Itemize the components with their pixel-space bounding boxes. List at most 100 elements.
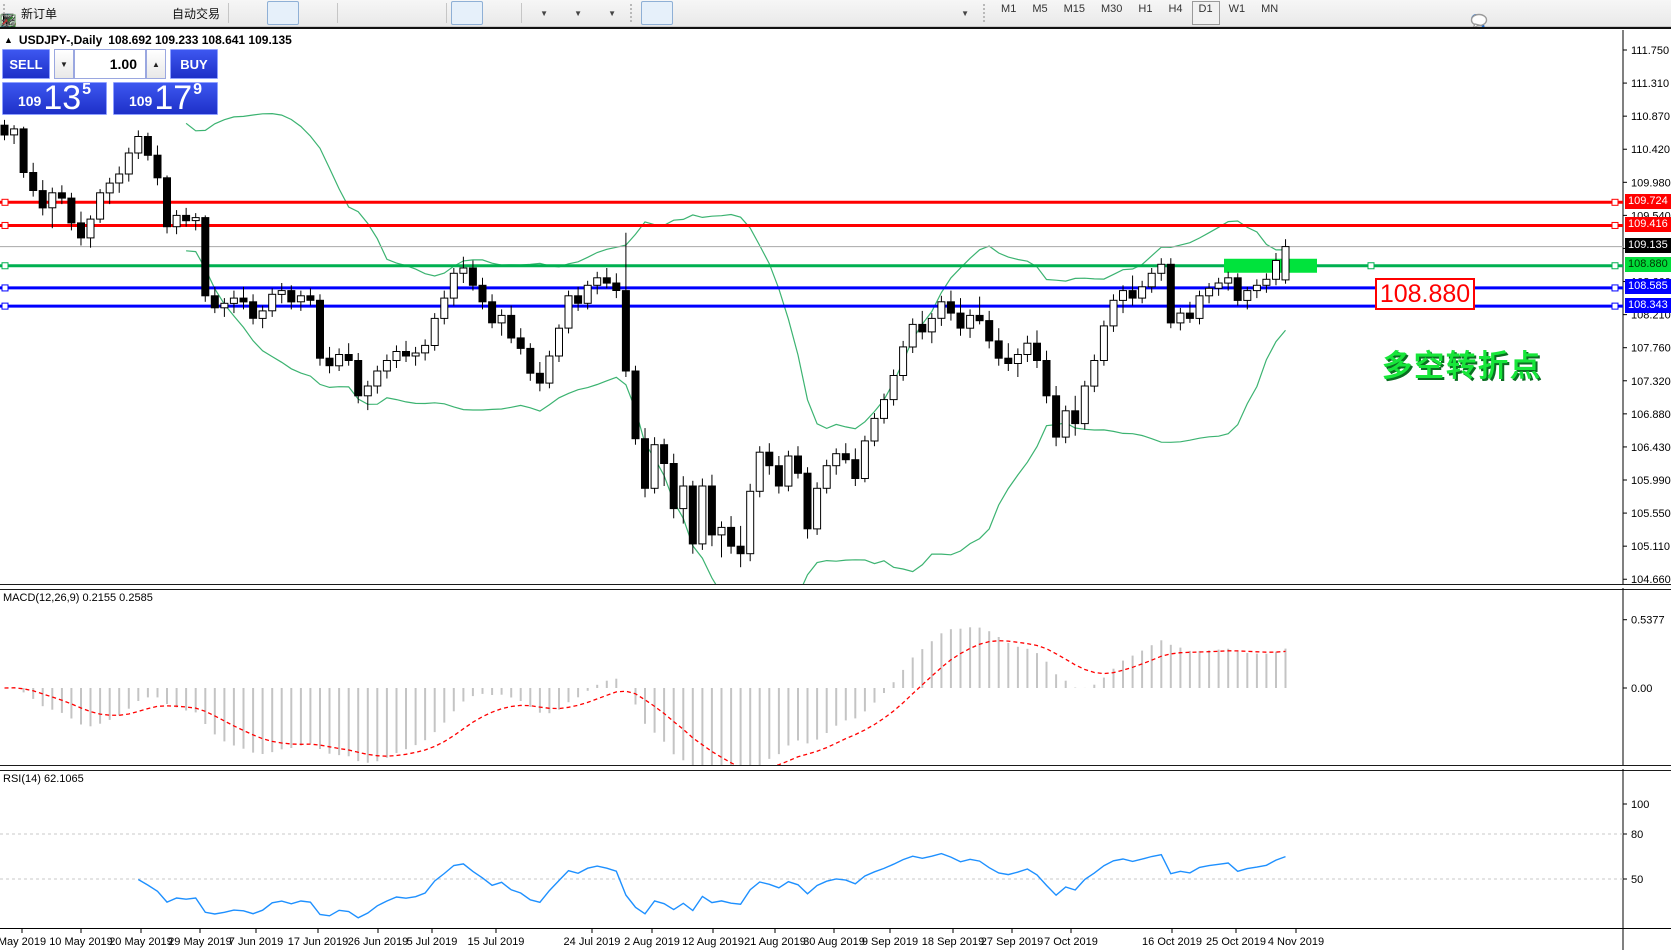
date-tick-label: 25 Oct 2019	[1206, 936, 1266, 948]
macd-panel-canvas[interactable]: 0.53770.00-0.7823	[0, 588, 1671, 765]
date-tick-label: 27 Sep 2019	[981, 936, 1043, 948]
tile-windows-button[interactable]	[410, 1, 442, 25]
chevron-down-icon: ▼	[574, 9, 582, 18]
bollinger-upper-band[interactable]	[186, 114, 1285, 429]
bollinger-lower-band[interactable]	[186, 251, 1285, 585]
date-tick-label: 16 Oct 2019	[1142, 936, 1202, 948]
arrows-button[interactable]: ▼	[947, 1, 979, 25]
price-line-label: 109.416	[1625, 217, 1671, 232]
zoom-in-button[interactable]	[342, 1, 374, 25]
trendline-button[interactable]	[777, 1, 809, 25]
toolbar-separator	[228, 3, 229, 23]
price-tick-label: 111.750	[1631, 45, 1669, 57]
signals-button[interactable]	[131, 1, 163, 25]
price-line-label: 108.585	[1625, 279, 1671, 294]
main-toolbar: 新订单 自动交易 ▼ ▼ ▼ EFAT ▼ M1M5M15M30H1H4D1W1MN	[0, 0, 1671, 27]
toolbar-grip[interactable]	[630, 4, 637, 22]
timeframe-h1-button[interactable]: H1	[1131, 1, 1159, 25]
date-tick-label: 17 Jun 2019	[288, 936, 349, 948]
toolbar-button-label: 自动交易	[172, 5, 220, 22]
indicators-button[interactable]: ▼	[526, 1, 558, 25]
timeframe-m15-button[interactable]: M15	[1057, 1, 1092, 25]
price-line-label: 108.343	[1625, 298, 1671, 313]
price-tick-label: 109.980	[1631, 177, 1671, 189]
date-tick-label: 20 May 2019	[109, 936, 173, 948]
price-line-label: 108.880	[1625, 257, 1671, 272]
periods-button[interactable]: ▼	[560, 1, 592, 25]
templates-button[interactable]: ▼	[594, 1, 626, 25]
timeframe-m5-button[interactable]: M5	[1025, 1, 1054, 25]
auto-scroll-button[interactable]	[451, 1, 483, 25]
chart-window: ▲ USDJPY-,Daily 108.692 109.233 108.641 …	[0, 27, 1671, 950]
new-order-button[interactable]: 新订单	[14, 1, 61, 25]
rsi-panel-canvas[interactable]: 1008050150	[0, 769, 1671, 928]
open-chart-button[interactable]	[97, 1, 129, 25]
bar-chart-button[interactable]	[233, 1, 265, 25]
rsi-line	[138, 854, 1285, 918]
date-tick-label: 2 Aug 2019	[624, 936, 680, 948]
toolbar-separator	[446, 3, 447, 23]
rsi-indicator-label: RSI(14) 62.1065	[3, 773, 84, 785]
cursor-button[interactable]	[641, 1, 673, 25]
deposit-button[interactable]	[63, 1, 95, 25]
price-line-label: 109.724	[1625, 194, 1671, 209]
date-tick-label: 10 May 2019	[49, 936, 113, 948]
timeframe-mn-button[interactable]: MN	[1254, 1, 1285, 25]
text-label-button[interactable]: T	[913, 1, 945, 25]
text-button[interactable]: A	[879, 1, 911, 25]
crosshair-button[interactable]	[675, 1, 707, 25]
line-chart-button[interactable]	[301, 1, 333, 25]
rsi-tick-label: 80	[1631, 829, 1643, 841]
date-tick-label: 26 Jun 2019	[348, 936, 409, 948]
macd-tick-label: 0.5377	[1631, 615, 1665, 627]
timeframe-w1-button[interactable]: W1	[1222, 1, 1253, 25]
chevron-down-icon: ▼	[961, 9, 969, 18]
toolbar-right-icons	[1470, 0, 1478, 26]
date-tick-label: 30 Aug 2019	[803, 936, 865, 948]
fibonacci-button[interactable]: F	[845, 1, 877, 25]
rsi-tick-label: 50	[1631, 874, 1643, 886]
price-tick-label: 110.870	[1631, 111, 1670, 123]
timeframe-h4-button[interactable]: H4	[1161, 1, 1189, 25]
date-tick-label: 7 Oct 2019	[1044, 936, 1098, 948]
date-tick-label: 15 Jul 2019	[468, 936, 525, 948]
price-tick-label: 105.550	[1631, 508, 1671, 520]
zoom-out-button[interactable]	[376, 1, 408, 25]
macd-tick-label: 0.00	[1631, 683, 1652, 695]
date-tick-label: 21 Aug 2019	[744, 936, 806, 948]
price-tick-label: 106.880	[1631, 409, 1671, 421]
price-tick-label: 105.990	[1631, 475, 1671, 487]
autotrading-button[interactable]: 自动交易	[165, 1, 224, 25]
hline-button[interactable]	[743, 1, 775, 25]
date-tick-label: 12 Aug 2019	[682, 936, 744, 948]
rsi-tick-label: 100	[1631, 799, 1649, 811]
chart-shift-button[interactable]	[485, 1, 517, 25]
highlight-bar[interactable]	[1224, 259, 1317, 273]
channel-button[interactable]: E	[811, 1, 843, 25]
price-callout-label[interactable]: 108.880	[1375, 278, 1475, 310]
date-tick-label: 7 Jun 2019	[229, 936, 283, 948]
chevron-down-icon: ▼	[608, 9, 616, 18]
chevron-down-icon: ▼	[540, 9, 548, 18]
chart-annotation-text[interactable]: 多空转折点	[1382, 341, 1542, 385]
mt4-terminal: 新订单 自动交易 ▼ ▼ ▼ EFAT ▼ M1M5M15M30H1H4D1W1MN ▲ US…	[0, 0, 1671, 950]
toolbar-separator	[521, 3, 522, 23]
price-line-label: 109.135	[1625, 238, 1671, 253]
macd-indicator-label: MACD(12,26,9) 0.2155 0.2585	[3, 592, 153, 604]
date-tick-label: 18 Sep 2019	[922, 936, 984, 948]
date-tick-label: 9 Sep 2019	[862, 936, 918, 948]
toolbar-separator	[337, 3, 338, 23]
price-tick-label: 111.310	[1631, 78, 1669, 90]
price-tick-label: 105.110	[1631, 541, 1670, 553]
date-tick-label: 24 Jul 2019	[564, 936, 621, 948]
date-tick-label: 29 May 2019	[168, 936, 232, 948]
timeframe-m1-button[interactable]: M1	[994, 1, 1023, 25]
toolbar-button-label: 新订单	[21, 5, 57, 22]
timeframe-d1-button[interactable]: D1	[1192, 1, 1220, 25]
time-axis[interactable]: May 201910 May 201920 May 201929 May 201…	[0, 928, 1671, 950]
date-tick-label: May 2019	[0, 936, 46, 948]
timeframe-m30-button[interactable]: M30	[1094, 1, 1129, 25]
vline-button[interactable]	[709, 1, 741, 25]
candle-chart-button[interactable]	[267, 1, 299, 25]
toolbar-grip[interactable]	[983, 4, 990, 22]
